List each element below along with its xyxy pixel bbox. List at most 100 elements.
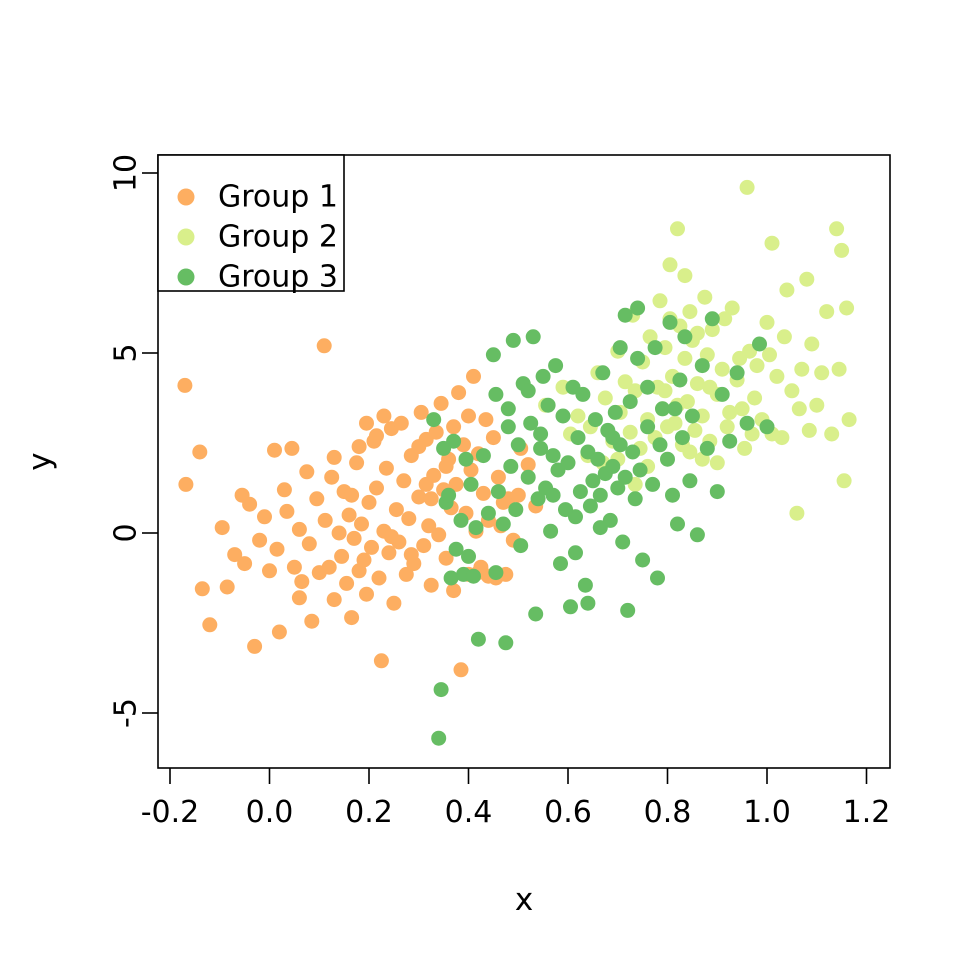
legend-label: Group 1 bbox=[218, 180, 338, 215]
data-point bbox=[814, 365, 830, 381]
data-point bbox=[466, 568, 481, 584]
data-point bbox=[677, 329, 693, 345]
data-point bbox=[714, 386, 730, 402]
data-point bbox=[749, 358, 765, 374]
data-point bbox=[684, 408, 700, 424]
data-point bbox=[334, 548, 350, 564]
data-point bbox=[262, 563, 277, 579]
data-point bbox=[485, 430, 501, 446]
data-point bbox=[545, 448, 561, 464]
data-point bbox=[605, 430, 621, 446]
data-point bbox=[558, 502, 573, 518]
data-point bbox=[545, 487, 561, 503]
data-point bbox=[652, 437, 668, 453]
data-point bbox=[354, 516, 369, 532]
data-point bbox=[428, 424, 444, 440]
legend-marker bbox=[177, 188, 195, 206]
data-point bbox=[799, 271, 815, 287]
data-point bbox=[622, 394, 638, 410]
data-point bbox=[433, 395, 449, 411]
data-point bbox=[722, 433, 738, 449]
data-point bbox=[759, 314, 775, 330]
data-point bbox=[809, 397, 825, 413]
data-point bbox=[657, 383, 673, 399]
data-point bbox=[431, 527, 447, 543]
data-point bbox=[697, 289, 713, 305]
data-point bbox=[401, 511, 417, 527]
data-point bbox=[622, 424, 638, 440]
data-point bbox=[839, 300, 855, 316]
data-point bbox=[836, 473, 852, 489]
data-point bbox=[386, 595, 402, 611]
data-point bbox=[291, 521, 307, 537]
data-point bbox=[294, 574, 310, 590]
data-point bbox=[647, 340, 663, 356]
data-point bbox=[510, 487, 526, 503]
data-point bbox=[416, 538, 432, 554]
data-point bbox=[612, 340, 628, 356]
data-point bbox=[257, 509, 272, 525]
data-point bbox=[466, 368, 481, 384]
data-point bbox=[627, 491, 643, 507]
data-point bbox=[301, 536, 317, 552]
data-point bbox=[438, 458, 454, 474]
data-point bbox=[341, 507, 357, 523]
data-point bbox=[520, 383, 536, 399]
data-point bbox=[346, 530, 362, 546]
data-point bbox=[361, 494, 377, 510]
data-point bbox=[461, 408, 476, 424]
data-point bbox=[625, 444, 641, 460]
data-point bbox=[677, 268, 693, 284]
data-point bbox=[470, 631, 486, 647]
data-point bbox=[423, 577, 439, 593]
data-point bbox=[453, 662, 469, 678]
data-point bbox=[369, 428, 384, 444]
chart-canvas: -0.2 0.0 0.2 0.4 0.6 0.8 1.0 1.2 -5 0 5 10 x y Gro… bbox=[0, 0, 960, 960]
data-point bbox=[247, 638, 263, 654]
data-point bbox=[373, 653, 389, 669]
data-point bbox=[403, 547, 419, 563]
data-point bbox=[508, 502, 524, 518]
data-point bbox=[423, 491, 439, 507]
data-point bbox=[309, 491, 325, 507]
data-point bbox=[590, 451, 606, 467]
data-point bbox=[570, 408, 586, 424]
data-point bbox=[677, 350, 693, 366]
data-point bbox=[396, 473, 412, 489]
data-point bbox=[841, 412, 857, 428]
data-point bbox=[500, 401, 516, 417]
data-point bbox=[356, 552, 372, 568]
data-point bbox=[769, 368, 785, 384]
data-point bbox=[178, 476, 194, 492]
y-tick-label: -5 bbox=[109, 698, 144, 728]
data-point bbox=[378, 460, 394, 476]
data-point bbox=[349, 455, 365, 471]
data-point bbox=[829, 221, 845, 237]
data-point bbox=[739, 179, 755, 195]
data-point bbox=[393, 415, 409, 431]
data-point bbox=[592, 487, 608, 503]
data-point bbox=[194, 581, 210, 597]
data-point bbox=[446, 419, 462, 435]
data-point bbox=[478, 412, 494, 428]
data-point bbox=[801, 422, 817, 438]
data-point bbox=[605, 458, 621, 474]
data-point bbox=[670, 516, 685, 532]
data-point bbox=[789, 505, 805, 521]
data-point bbox=[694, 358, 710, 374]
legend: Group 1 Group 2 Group 3 bbox=[157, 154, 345, 295]
data-point bbox=[525, 329, 541, 345]
data-point bbox=[794, 361, 810, 377]
data-point bbox=[279, 503, 295, 519]
data-point bbox=[722, 404, 738, 420]
data-point bbox=[286, 559, 302, 575]
data-point bbox=[580, 595, 596, 611]
data-point bbox=[359, 586, 374, 602]
legend-marker bbox=[177, 228, 195, 246]
x-tick-label: 0.0 bbox=[246, 795, 294, 830]
data-point bbox=[543, 523, 559, 539]
data-point bbox=[461, 548, 476, 564]
data-point bbox=[271, 624, 287, 640]
data-point bbox=[299, 464, 315, 480]
data-point bbox=[451, 385, 467, 401]
